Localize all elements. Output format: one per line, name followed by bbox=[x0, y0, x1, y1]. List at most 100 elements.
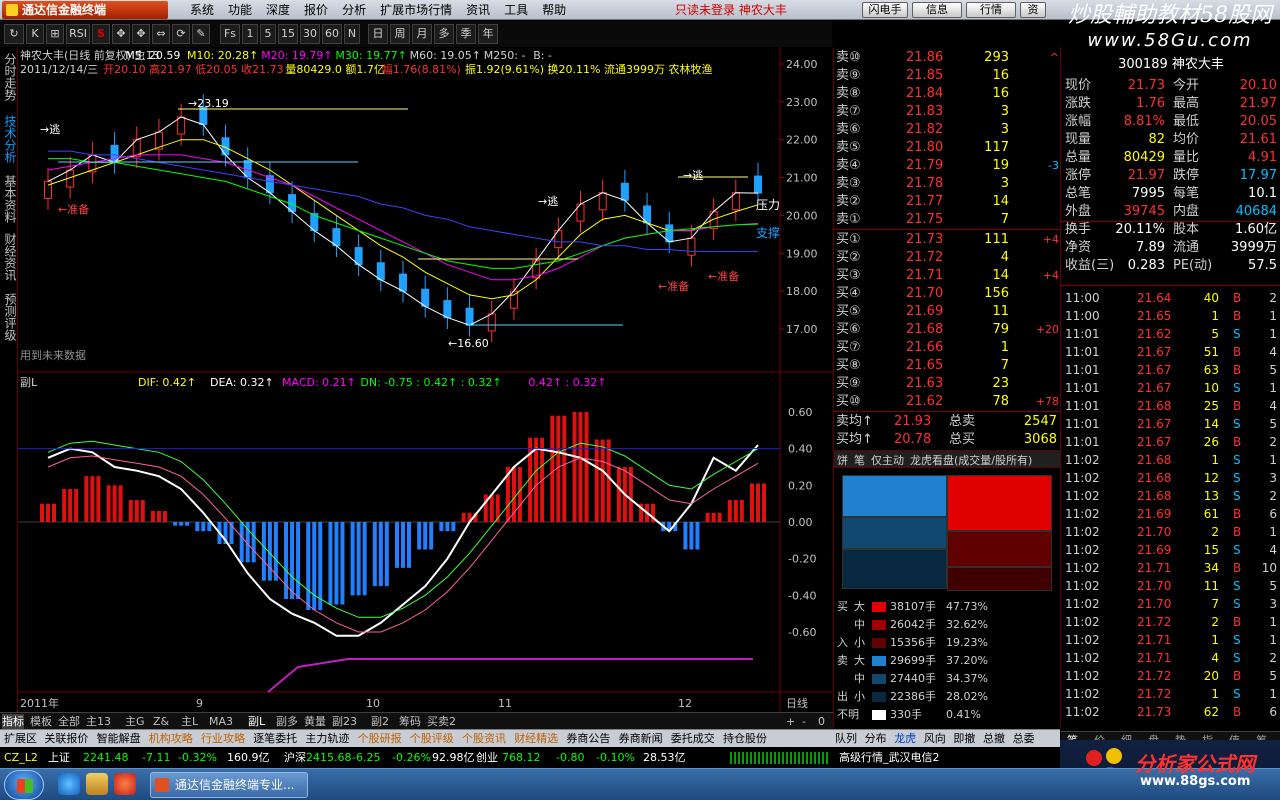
toolbar-button[interactable]: 年 bbox=[478, 24, 498, 44]
toolbar-button[interactable]: ⊞ bbox=[46, 24, 64, 44]
function-tab[interactable]: 行业攻略 bbox=[201, 730, 245, 748]
browser-icon[interactable] bbox=[58, 773, 80, 795]
flow-tab[interactable]: 仅主动 bbox=[871, 452, 904, 468]
toolbar-button[interactable]: Fs bbox=[220, 24, 240, 44]
function-tab[interactable]: 机构攻略 bbox=[149, 730, 193, 748]
toolbar-button[interactable]: 季 bbox=[456, 24, 476, 44]
zoom-minus-button[interactable]: - bbox=[802, 714, 806, 729]
function-tab[interactable]: 智能解盘 bbox=[97, 730, 141, 748]
menu-item-extended-market[interactable]: 扩展市场行情 bbox=[380, 0, 452, 20]
toolbar-button[interactable]: 1 bbox=[242, 24, 258, 44]
indicator-tab[interactable]: 买卖2 bbox=[427, 714, 456, 729]
indicator-tab[interactable]: 全部 bbox=[58, 714, 80, 729]
indicator-tab[interactable]: 副L bbox=[248, 714, 265, 729]
tick-price: 21.67 bbox=[1137, 345, 1172, 359]
indicator-tab[interactable]: Z& bbox=[153, 714, 169, 729]
lightning-button[interactable]: 闪电手 bbox=[862, 2, 908, 18]
indicator-tab[interactable]: 模板 bbox=[30, 714, 52, 729]
tick-price: 21.72 bbox=[1137, 615, 1172, 629]
function-tab[interactable]: 关联报价 bbox=[44, 730, 88, 748]
start-button[interactable] bbox=[4, 770, 44, 800]
indicator-tab[interactable]: 副23 bbox=[332, 714, 357, 729]
indicator-tab[interactable]: MA3 bbox=[209, 714, 233, 729]
function-tab[interactable]: 持仓股份 bbox=[723, 730, 767, 748]
indicator-tab[interactable]: 黄量 bbox=[304, 714, 326, 729]
toolbar-button[interactable]: 15 bbox=[278, 24, 298, 44]
toolbar-button[interactable]: S bbox=[92, 24, 110, 44]
function-tab[interactable]: 券商新闻 bbox=[619, 730, 663, 748]
function-tab-right[interactable]: 分布 bbox=[865, 730, 887, 748]
toolbar-button[interactable]: RSI bbox=[66, 24, 90, 44]
menu-item-tools[interactable]: 工具 bbox=[504, 0, 528, 20]
function-tab[interactable]: 个股评级 bbox=[410, 730, 454, 748]
function-tab-right[interactable]: 即撤 bbox=[953, 730, 975, 748]
function-tab[interactable]: 逐笔委托 bbox=[253, 730, 297, 748]
toolbar-button[interactable]: 月 bbox=[412, 24, 432, 44]
news-button[interactable]: 资 bbox=[1020, 2, 1046, 18]
toolbar-button[interactable]: ⇔ bbox=[152, 24, 170, 44]
toolbar-button[interactable]: ⟳ bbox=[172, 24, 190, 44]
taskbar-app-tdx[interactable]: 通达信金融终端专业... bbox=[150, 772, 308, 798]
function-tab[interactable]: 财经精选 bbox=[514, 730, 558, 748]
toolbar-button[interactable]: ✎ bbox=[192, 24, 210, 44]
function-tab[interactable]: 委托成交 bbox=[671, 730, 715, 748]
menu-item-system[interactable]: 系统 bbox=[190, 0, 214, 20]
flow-tab[interactable]: 饼 bbox=[837, 452, 848, 468]
function-tab-right[interactable]: 总撤 bbox=[983, 730, 1005, 748]
folder-icon[interactable] bbox=[86, 773, 108, 795]
function-tab[interactable]: 主力轨迹 bbox=[305, 730, 349, 748]
toolbar-button[interactable]: 多 bbox=[434, 24, 454, 44]
function-tab[interactable]: 券商公告 bbox=[566, 730, 610, 748]
left-tab[interactable]: 技术分析 bbox=[1, 115, 17, 163]
left-tab[interactable]: 财经资讯 bbox=[1, 233, 17, 281]
menu-item-quote[interactable]: 报价 bbox=[304, 0, 328, 20]
toolbar-button[interactable]: 日 bbox=[368, 24, 388, 44]
tick-direction: B bbox=[1233, 669, 1242, 683]
function-tab[interactable]: 个股资讯 bbox=[462, 730, 506, 748]
left-tab[interactable]: 分时走势 bbox=[1, 53, 17, 101]
indicator-tab[interactable]: 副2 bbox=[371, 714, 389, 729]
quote-value: 0.283 bbox=[1127, 258, 1165, 273]
tick-direction: B bbox=[1233, 399, 1242, 413]
media-icon[interactable] bbox=[114, 773, 136, 795]
menu-item-info[interactable]: 资讯 bbox=[466, 0, 490, 20]
toolbar-button[interactable]: 5 bbox=[260, 24, 276, 44]
menu-item-help[interactable]: 帮助 bbox=[542, 0, 566, 20]
flow-tab[interactable]: 龙虎看盘(成交量/股所有) bbox=[910, 452, 1032, 468]
flow-tab[interactable]: 笔 bbox=[854, 452, 865, 468]
market-button[interactable]: 行情 bbox=[966, 2, 1016, 18]
function-tab-right[interactable]: 总委 bbox=[1013, 730, 1035, 748]
zoom-zero-button[interactable]: 0 bbox=[818, 714, 825, 729]
function-tab-right[interactable]: 龙虎 bbox=[894, 730, 916, 748]
function-tab[interactable]: 个股研报 bbox=[358, 730, 402, 748]
toolbar-button[interactable]: 30 bbox=[300, 24, 320, 44]
function-tab[interactable]: 扩展区 bbox=[4, 730, 37, 748]
indicator-tab[interactable]: 主G bbox=[125, 714, 145, 729]
indicator-tab[interactable]: 主L bbox=[181, 714, 198, 729]
menu-item-function[interactable]: 功能 bbox=[228, 0, 252, 20]
left-tab[interactable]: 基本资料 bbox=[1, 175, 17, 223]
toolbar-button[interactable]: ✥ bbox=[112, 24, 130, 44]
toolbar-button[interactable]: N bbox=[344, 24, 360, 44]
function-tab-right[interactable]: 队列 bbox=[835, 730, 857, 748]
left-tab[interactable]: 预测评级 bbox=[1, 293, 17, 341]
indicator-tab[interactable]: 筹码 bbox=[399, 714, 421, 729]
zoom-plus-button[interactable]: + bbox=[786, 714, 795, 729]
toolbar-button[interactable]: 60 bbox=[322, 24, 342, 44]
function-bar: 扩展区 关联报价 智能解盘 机构攻略 行业攻略 逐笔委托 主力轨迹 个股研报 个股评级 个股资讯财… bbox=[0, 729, 1060, 747]
tick-time: 11:00 bbox=[1065, 309, 1100, 323]
toolbar-button[interactable]: 周 bbox=[390, 24, 410, 44]
toolbar-button[interactable]: ↻ bbox=[4, 24, 24, 44]
kline-chart-area[interactable]: 神农大丰(日线 前复权) 主13 M5: 20.59 M10: 20.28↑ M20:… bbox=[18, 47, 833, 712]
indicator-tab[interactable]: 副多 bbox=[276, 714, 298, 729]
menu-item-depth[interactable]: 深度 bbox=[266, 0, 290, 20]
toolbar-button[interactable]: ✥ bbox=[132, 24, 150, 44]
menu-item-analysis[interactable]: 分析 bbox=[342, 0, 366, 20]
toolbar-button[interactable]: K bbox=[26, 24, 44, 44]
kline-chart-svg[interactable]: 神农大丰(日线 前复权) 主13M5: 20.59 M10: 20.28↑ M20:… bbox=[18, 47, 833, 712]
indicator-tab[interactable]: 主13 bbox=[86, 714, 111, 729]
quote-label: 涨停 bbox=[1065, 168, 1092, 183]
info-button[interactable]: 信息 bbox=[912, 2, 962, 18]
indicator-tab[interactable]: 指标 bbox=[2, 714, 24, 729]
function-tab-right[interactable]: 风向 bbox=[924, 730, 946, 748]
